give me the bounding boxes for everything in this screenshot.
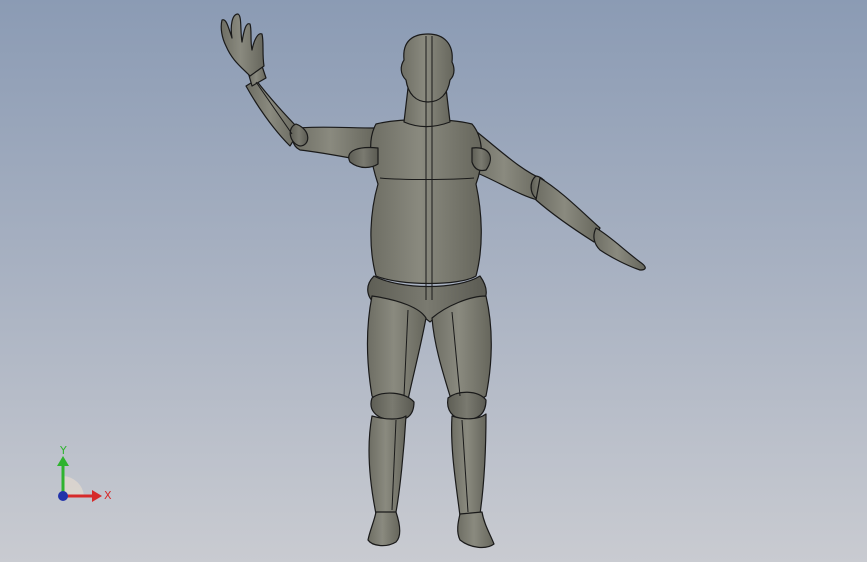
thigh-right	[431, 295, 492, 403]
reference-triad-icon: Y X	[57, 444, 112, 502]
y-axis-label: Y	[59, 444, 67, 457]
graphics-viewport[interactable]: Y X	[0, 0, 867, 562]
x-axis-label: X	[104, 489, 112, 502]
foot-left	[367, 511, 401, 547]
pec-left	[348, 146, 379, 169]
knee-left	[370, 392, 415, 421]
foot-right	[457, 511, 495, 549]
pec-right	[471, 147, 491, 172]
hand-right	[593, 227, 646, 271]
mannequin-model[interactable]	[0, 0, 867, 562]
forearm-right	[535, 177, 601, 243]
hand-left	[220, 13, 265, 77]
shin-left	[368, 415, 407, 515]
thigh-left	[366, 295, 427, 405]
shin-right	[451, 413, 487, 517]
